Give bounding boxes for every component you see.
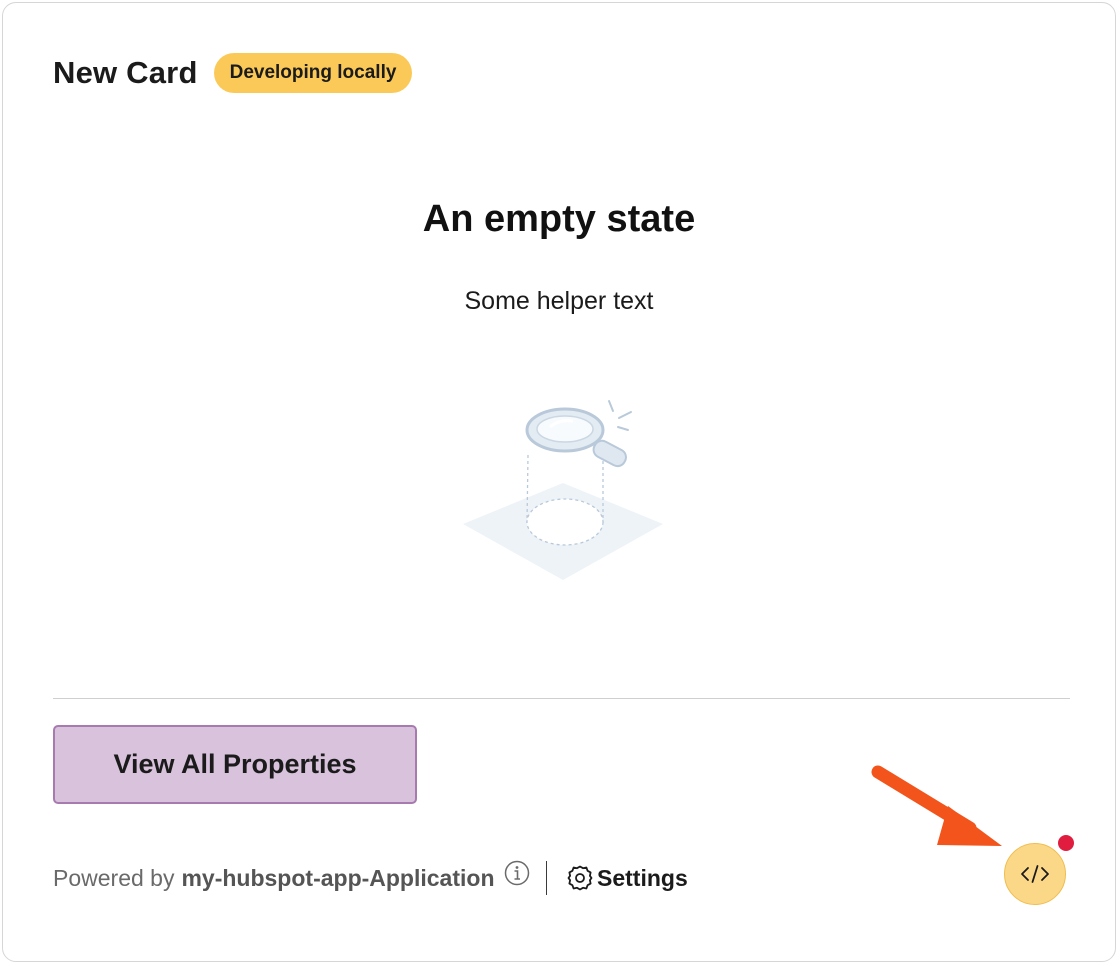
gear-icon: [567, 865, 593, 891]
settings-link[interactable]: Settings: [565, 863, 688, 893]
dev-tools-code-button[interactable]: [1004, 843, 1066, 905]
app-name: my-hubspot-app-Application: [181, 864, 495, 891]
status-badge: Developing locally: [213, 53, 413, 93]
settings-label: Settings: [597, 864, 688, 891]
card-title: New Card: [53, 55, 198, 90]
annotation-arrow-icon: [871, 765, 1002, 846]
powered-by-label: Powered by: [53, 864, 175, 891]
divider: [53, 698, 1070, 699]
notification-dot: [1058, 835, 1074, 851]
card-footer: Powered by my-hubspot-app-Application Se…: [53, 858, 688, 898]
magnifying-glass-empty-icon: [463, 400, 663, 580]
empty-state-heading: An empty state: [422, 198, 696, 240]
info-icon[interactable]: [504, 860, 530, 886]
view-all-properties-button[interactable]: View All Properties: [53, 725, 417, 804]
empty-state-helper-text: Some helper text: [464, 287, 654, 315]
card-header: New Card Developing locally: [53, 53, 413, 93]
code-icon: [1021, 865, 1049, 883]
footer-separator: [545, 861, 547, 895]
